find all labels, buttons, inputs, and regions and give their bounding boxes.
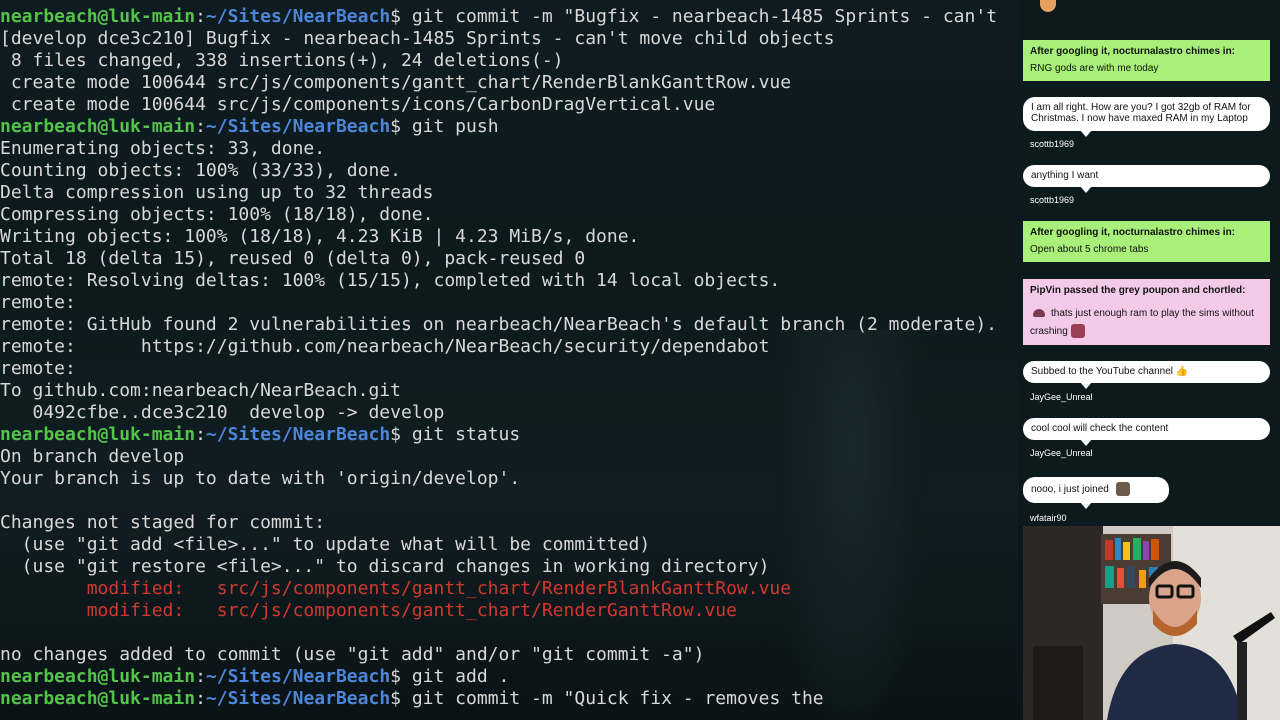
chat-message: Subbed to the YouTube channel 👍 xyxy=(1023,361,1270,383)
prompt-user: nearbeach@luk-main xyxy=(0,116,196,137)
chat-author: wfatair90 xyxy=(1030,513,1067,523)
alert-header: After googling it, nocturnalastro chimes… xyxy=(1030,46,1236,57)
terminal-output-line: remote: xyxy=(0,292,76,313)
prompt-colon: : xyxy=(195,6,206,27)
prompt-user: nearbeach@luk-main xyxy=(0,424,196,445)
chat-message-text: Subbed to the YouTube channel 👍 xyxy=(1031,366,1189,377)
terminal-command-line: nearbeach@luk-main:~/Sites/NearBeach$ gi… xyxy=(0,424,1018,446)
alert-header: PipVin passed the grey poupon and chortl… xyxy=(1030,285,1246,296)
avatar-emoji-icon xyxy=(1115,482,1130,497)
chat-alert-pink: PipVin passed the grey poupon and chortl… xyxy=(1023,279,1270,345)
terminal-output-line: Total 18 (delta 15), reused 0 (delta 0),… xyxy=(0,248,586,269)
prompt-colon: : xyxy=(195,688,206,709)
terminal-output-line: Compressing objects: 100% (18/18), done. xyxy=(0,204,434,225)
terminal-output-line: Enumerating objects: 33, done. xyxy=(0,138,326,159)
terminal-output-line: On branch develop xyxy=(0,446,185,467)
terminal-output-line: Your branch is up to date with 'origin/d… xyxy=(0,468,521,489)
chat-author: JayGee_Unreal xyxy=(1030,448,1093,458)
terminal-output-line: remote: https://github.com/nearbeach/Nea… xyxy=(0,336,770,357)
alert-body: RNG gods are with me today xyxy=(1030,63,1159,74)
command-text: git push xyxy=(401,116,499,137)
chat-message: I am all right. How are you? I got 32gb … xyxy=(1023,97,1270,131)
terminal-output-line: no changes added to commit (use "git add… xyxy=(0,644,705,665)
prompt-dollar: $ xyxy=(390,424,401,445)
chat-message: nooo, i just joined xyxy=(1023,477,1169,503)
terminal-output-line: create mode 100644 src/js/components/ico… xyxy=(0,94,716,115)
terminal-output-line: Delta compression using up to 32 threads xyxy=(0,182,434,203)
chat-message-text: I am all right. How are you? I got 32gb … xyxy=(1031,102,1251,124)
terminal-output-line: To github.com:nearbeach/NearBeach.git xyxy=(0,380,401,401)
terminal-output-line: remote: xyxy=(0,358,76,379)
terminal-output-line: Changes not staged for commit: xyxy=(0,512,326,533)
prompt-path: ~/Sites/NearBeach xyxy=(205,116,391,137)
prompt-dollar: $ xyxy=(390,688,401,709)
webcam-image xyxy=(1023,526,1280,720)
bubble-tail xyxy=(1080,382,1092,389)
terminal-output-line: 8 files changed, 338 insertions(+), 24 d… xyxy=(0,50,564,71)
pipvin-emoji-icon xyxy=(1033,309,1045,318)
prompt-dollar: $ xyxy=(390,116,401,137)
prompt-path: ~/Sites/NearBeach xyxy=(205,424,391,445)
bubble-tail xyxy=(1080,130,1092,137)
terminal-command-line: nearbeach@luk-main:~/Sites/NearBeach$ gi… xyxy=(0,116,1018,138)
terminal-output-line: remote: GitHub found 2 vulnerabilities o… xyxy=(0,314,997,335)
chat-author: scottb1969 xyxy=(1030,195,1075,205)
prompt-colon: : xyxy=(195,666,206,687)
chat-author: scottb1969 xyxy=(1030,139,1075,149)
prompt-colon: : xyxy=(195,424,206,445)
terminal-window[interactable]: nearbeach@luk-main:~/Sites/NearBeach$ gi… xyxy=(0,0,1018,720)
chat-message: cool cool will check the content xyxy=(1023,418,1270,440)
terminal-modified-line: modified: src/js/components/gantt_chart/… xyxy=(0,600,1018,622)
command-text: git commit -m "Quick fix - removes the xyxy=(401,688,824,709)
bubble-tail xyxy=(1080,439,1092,446)
chat-message-text: cool cool will check the content xyxy=(1031,423,1169,434)
terminal-output-line: 0492cfbe..dce3c210 develop -> develop xyxy=(0,402,445,423)
terminal-modified-line: modified: src/js/components/gantt_chart/… xyxy=(0,578,1018,600)
prompt-dollar: $ xyxy=(390,6,401,27)
terminal-output-line: (use "git add <file>..." to update what … xyxy=(0,534,651,555)
command-text: git status xyxy=(401,424,521,445)
chat-alert-green: After googling it, nocturnalastro chimes… xyxy=(1023,40,1270,81)
alert-body-wrap: thats just enough ram to play the sims w… xyxy=(1030,305,1263,341)
alert-body: thats just enough ram to play the sims w… xyxy=(1030,308,1254,337)
chat-message-text: anything I want xyxy=(1031,170,1099,181)
terminal-command-line: nearbeach@luk-main:~/Sites/NearBeach$ gi… xyxy=(0,666,1018,688)
prompt-path: ~/Sites/NearBeach xyxy=(205,688,391,709)
terminal-output-line: Writing objects: 100% (18/18), 4.23 KiB … xyxy=(0,226,640,247)
prompt-user: nearbeach@luk-main xyxy=(0,688,196,709)
command-text: git commit -m "Bugfix - nearbeach-1485 S… xyxy=(401,6,998,27)
command-text: git add . xyxy=(401,666,510,687)
alert-body: Open about 5 chrome tabs xyxy=(1030,244,1149,255)
chat-author: JayGee_Unreal xyxy=(1030,392,1093,402)
terminal-output-line: (use "git restore <file>..." to discard … xyxy=(0,556,770,577)
prompt-dollar: $ xyxy=(390,666,401,687)
modified-file: modified: src/js/components/gantt_chart/… xyxy=(0,600,737,621)
prompt-colon: : xyxy=(195,116,206,137)
bubble-tail xyxy=(1080,502,1092,509)
terminal-output-line: Counting objects: 100% (33/33), done. xyxy=(0,160,401,181)
prompt-user: nearbeach@luk-main xyxy=(0,6,196,27)
terminal-output-line: create mode 100644 src/js/components/gan… xyxy=(0,72,792,93)
terminal-command-line: nearbeach@luk-main:~/Sites/NearBeach$ gi… xyxy=(0,688,1018,710)
webcam-feed xyxy=(1023,526,1280,720)
terminal-command-line: nearbeach@luk-main:~/Sites/NearBeach$ gi… xyxy=(0,6,1018,28)
avatar-emoji-icon xyxy=(1070,324,1085,339)
chat-message: anything I want xyxy=(1023,165,1270,187)
prompt-path: ~/Sites/NearBeach xyxy=(205,666,391,687)
chat-alert-green: After googling it, nocturnalastro chimes… xyxy=(1023,221,1270,262)
bubble-tail xyxy=(1080,186,1092,193)
terminal-output-line: remote: Resolving deltas: 100% (15/15), … xyxy=(0,270,781,291)
prompt-path: ~/Sites/NearBeach xyxy=(205,6,391,27)
terminal-output-line: [develop dce3c210] Bugfix - nearbeach-14… xyxy=(0,28,835,49)
modified-file: modified: src/js/components/gantt_chart/… xyxy=(0,578,792,599)
alert-header: After googling it, nocturnalastro chimes… xyxy=(1030,227,1236,238)
prompt-user: nearbeach@luk-main xyxy=(0,666,196,687)
chat-message-text: nooo, i just joined xyxy=(1031,484,1109,495)
